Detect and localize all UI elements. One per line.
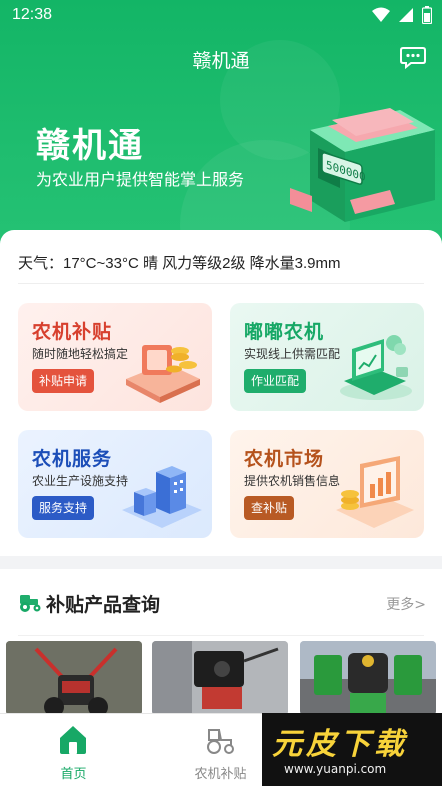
product-image[interactable]	[6, 641, 142, 715]
tile-subtitle: 提供农机销售信息	[244, 474, 341, 488]
section-title: 补贴产品查询	[46, 594, 161, 616]
message-icon[interactable]	[400, 46, 426, 70]
coins-illustration	[126, 345, 200, 403]
signal-icon	[399, 8, 413, 22]
main-card: 天气：17°C~33°C 晴 风力等级2级 降水量3.9mm 农机补贴 随时随地…	[0, 230, 442, 556]
check-subsidy-button[interactable]: 查补贴	[244, 496, 295, 520]
status-time: 12:38	[12, 6, 53, 23]
tile-subsidy[interactable]: 农机补贴 随时随地轻松搞定 补贴申请	[18, 303, 212, 411]
tiller-machine-image	[6, 641, 142, 715]
product-image[interactable]	[152, 641, 288, 715]
divider	[18, 283, 424, 284]
tractor-outline-icon	[207, 729, 234, 754]
subsidy-apply-button[interactable]: 补贴申请	[32, 369, 95, 393]
tab-home[interactable]: 首页	[0, 714, 147, 786]
tab-label: 首页	[60, 767, 87, 782]
status-bar: 12:38	[0, 0, 442, 30]
watermark-logo: 元皮下载 www.yuanpi.com	[262, 713, 442, 786]
status-icons	[372, 6, 432, 24]
battery-icon	[422, 6, 432, 24]
tile-subtitle: 农业生产设施支持	[32, 474, 129, 488]
home-icon	[60, 726, 86, 754]
product-image[interactable]	[300, 641, 436, 715]
engine-machine-image	[152, 641, 288, 715]
watermark-brand: 元皮下载	[272, 727, 408, 762]
tile-title: 农机市场	[244, 448, 325, 470]
buildings-illustration	[122, 466, 202, 528]
tractor-icon	[20, 595, 41, 612]
hero-banner: 赣机通 赣机通 为农业用户提供智能掌上服务 500000	[0, 0, 442, 250]
page-title: 赣机通	[192, 50, 250, 72]
wifi-icon	[372, 7, 390, 22]
money-machine-illustration: 500000	[290, 108, 435, 222]
tile-dudu-machinery[interactable]: 嘟嘟农机 实现线上供需匹配 作业匹配	[230, 303, 424, 411]
green-tiller-image	[300, 641, 436, 715]
watermark-url: www.yuanpi.com	[284, 762, 387, 776]
service-support-button[interactable]: 服务支持	[32, 496, 95, 520]
market-chart-illustration	[336, 456, 414, 528]
weather-info: 天气：17°C~33°C 晴 风力等级2级 降水量3.9mm	[18, 255, 341, 272]
job-match-button[interactable]: 作业匹配	[244, 369, 307, 393]
tile-title: 嘟嘟农机	[244, 321, 325, 343]
tile-title: 农机服务	[32, 448, 113, 470]
divider	[18, 635, 424, 636]
banner-subtitle: 为农业用户提供智能掌上服务	[36, 170, 245, 189]
tile-subtitle: 实现线上供需匹配	[244, 347, 341, 361]
banner-title: 赣机通	[36, 126, 144, 166]
tile-subtitle: 随时随地轻松搞定	[32, 347, 129, 361]
laptop-illustration	[340, 335, 412, 400]
more-link[interactable]: 更多>	[386, 594, 426, 614]
tile-machinery-market[interactable]: 农机市场 提供农机销售信息 查补贴	[230, 430, 424, 538]
subsidy-products-section: 补贴产品查询 更多>	[0, 569, 442, 715]
tile-machinery-service[interactable]: 农机服务 农业生产设施支持 服务支持	[18, 430, 212, 538]
tile-title: 农机补贴	[32, 321, 113, 343]
